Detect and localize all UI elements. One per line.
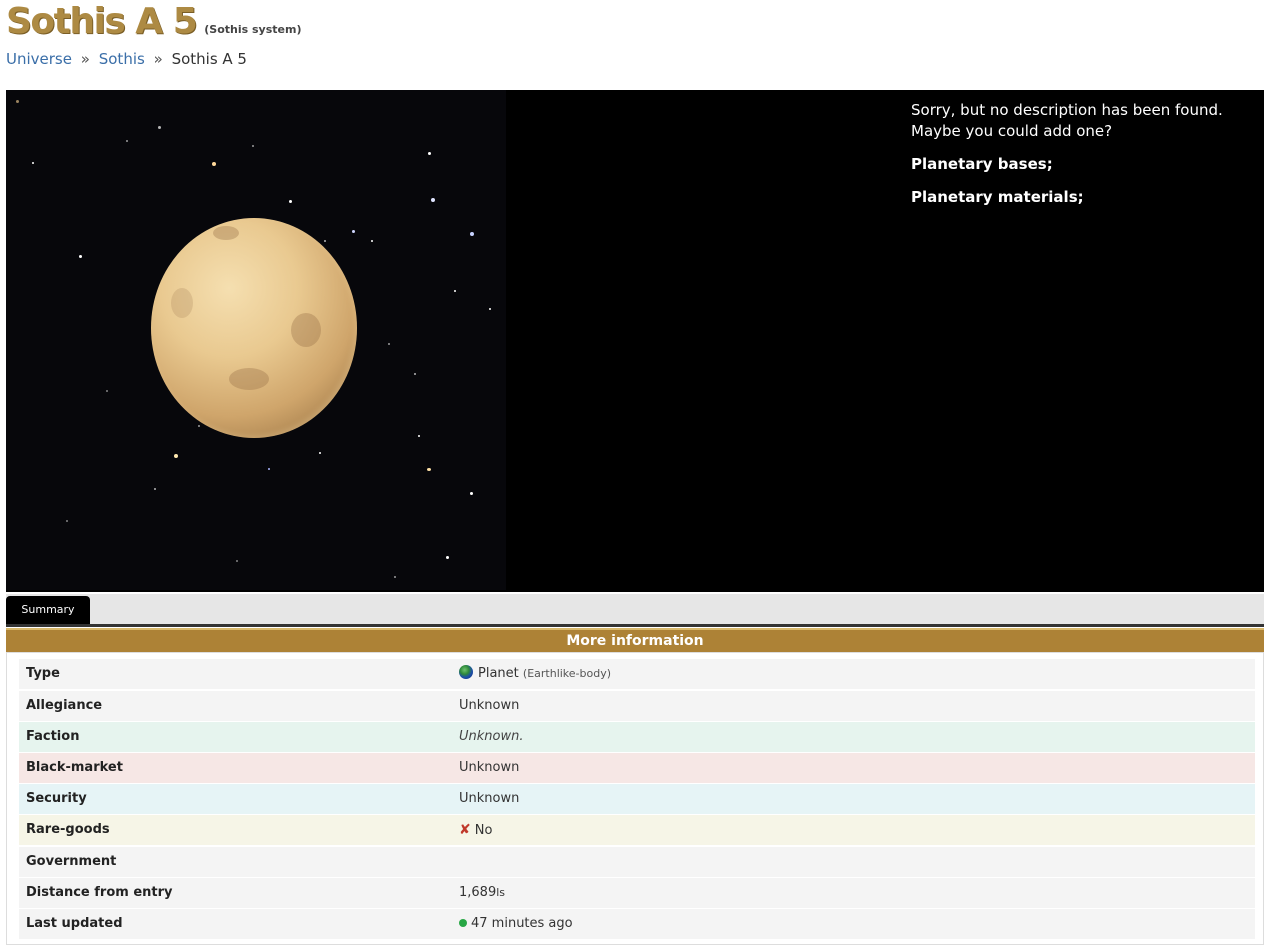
breadcrumb-link-universe[interactable]: Universe <box>6 50 72 68</box>
row-value: ✘ No <box>459 815 492 846</box>
breadcrumb-separator: » <box>80 50 90 68</box>
row-key: Faction <box>26 729 80 744</box>
status-dot-icon <box>459 919 467 927</box>
breadcrumb-current: Sothis A 5 <box>171 50 247 68</box>
info-table: Type Planet (Earthlike-body) Allegiance … <box>6 652 1264 945</box>
row-value: Planet (Earthlike-body) <box>459 659 611 689</box>
planet-render <box>151 218 357 438</box>
row-value: Unknown <box>459 698 520 713</box>
row-value: Unknown <box>459 791 520 806</box>
row-value: 47 minutes ago <box>459 909 573 939</box>
table-row-last-updated: Last updated 47 minutes ago <box>19 909 1255 939</box>
description-text: Sorry, but no description has been found… <box>911 101 1223 140</box>
tab-bar: Summary <box>6 594 1264 624</box>
planetary-materials-label: Planetary materials; <box>911 188 1084 206</box>
table-row-type: Type Planet (Earthlike-body) <box>19 659 1255 689</box>
more-information-header: More information <box>6 628 1264 652</box>
hero-panel: Sorry, but no description has been found… <box>6 90 1264 592</box>
planet-image <box>6 90 506 590</box>
breadcrumb-link-system[interactable]: Sothis <box>99 50 145 68</box>
planetary-bases-label: Planetary bases; <box>911 155 1053 173</box>
row-value: 1,689ls <box>459 885 506 900</box>
row-key: Last updated <box>26 916 123 931</box>
globe-icon <box>459 665 473 679</box>
page-header: Sothis A 5 (Sothis system) <box>6 0 301 44</box>
row-key: Allegiance <box>26 698 103 713</box>
table-row-black-market: Black-market Unknown <box>19 753 1255 783</box>
description-panel: Sorry, but no description has been found… <box>911 100 1261 220</box>
row-key: Distance from entry <box>26 885 173 900</box>
row-key: Government <box>26 854 117 869</box>
row-value: Unknown. <box>459 729 524 744</box>
table-row-rare-goods: Rare-goods ✘ No <box>19 815 1255 845</box>
row-key: Black-market <box>26 760 123 775</box>
tab-divider <box>6 624 1264 627</box>
tab-summary[interactable]: Summary <box>6 596 90 624</box>
row-value: Unknown <box>459 760 520 775</box>
row-key: Rare-goods <box>26 822 110 837</box>
table-row-government: Government <box>19 847 1255 877</box>
breadcrumb-separator: » <box>153 50 163 68</box>
table-row-distance: Distance from entry 1,689ls <box>19 878 1255 908</box>
row-key: Security <box>26 791 87 806</box>
breadcrumb: Universe » Sothis » Sothis A 5 <box>6 50 247 68</box>
table-row-allegiance: Allegiance Unknown <box>19 691 1255 721</box>
page-title: Sothis A 5 <box>6 1 198 42</box>
table-row-security: Security Unknown <box>19 784 1255 814</box>
cross-icon: ✘ <box>459 822 471 838</box>
table-row-faction: Faction Unknown. <box>19 722 1255 752</box>
row-key: Type <box>26 666 60 681</box>
page-subtitle: (Sothis system) <box>204 23 302 36</box>
